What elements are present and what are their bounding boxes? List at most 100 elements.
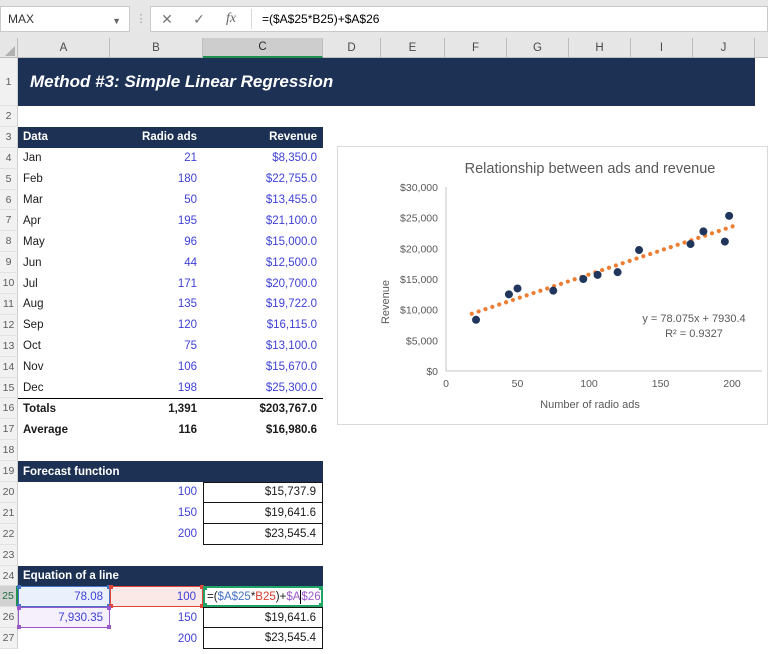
cell-revenue[interactable]: $21,100.0 bbox=[203, 210, 323, 231]
cell-month[interactable]: Oct bbox=[18, 336, 110, 357]
row-header-3[interactable]: 3 bbox=[0, 126, 18, 148]
row-header-13[interactable]: 13 bbox=[0, 335, 18, 357]
cell-month[interactable]: Jan bbox=[18, 148, 110, 169]
cell-revenue[interactable]: $16,115.0 bbox=[203, 315, 323, 336]
cell-ads[interactable]: 50 bbox=[110, 190, 203, 211]
forecast-ads[interactable]: 200 bbox=[110, 524, 203, 545]
totals-revenue[interactable]: $203,767.0 bbox=[203, 398, 323, 419]
cell-month[interactable]: Sep bbox=[18, 315, 110, 336]
row-header-20[interactable]: 20 bbox=[0, 482, 18, 503]
column-header-C[interactable]: C bbox=[203, 38, 323, 58]
cell-ads[interactable]: 21 bbox=[110, 148, 203, 169]
row-header-25[interactable]: 25 bbox=[0, 586, 18, 608]
column-header-G[interactable]: G bbox=[507, 38, 569, 58]
column-header-J[interactable]: J bbox=[693, 38, 755, 58]
cell-ads[interactable]: 195 bbox=[110, 210, 203, 231]
forecast-ads[interactable]: 150 bbox=[110, 503, 203, 524]
cancel-icon[interactable]: ✕ bbox=[151, 11, 183, 28]
cell-month[interactable]: May bbox=[18, 231, 110, 252]
row-header-9[interactable]: 9 bbox=[0, 252, 18, 274]
cell-month[interactable]: Mar bbox=[18, 190, 110, 211]
cell-month[interactable]: Apr bbox=[18, 210, 110, 231]
row-header-15[interactable]: 15 bbox=[0, 377, 18, 399]
formula-edit-cell[interactable]: =($A$25 * B25) + $A $26 bbox=[203, 586, 323, 608]
cell-ads[interactable]: 198 bbox=[110, 378, 203, 399]
cell-revenue[interactable]: $8,350.0 bbox=[203, 148, 323, 169]
formula-bar[interactable]: ✕ ✓ fx =($A$25*B25)+$A$26 bbox=[150, 6, 768, 32]
select-all-corner[interactable] bbox=[0, 38, 18, 58]
cell-ads[interactable]: 96 bbox=[110, 231, 203, 252]
slope-cell[interactable]: 78.08 bbox=[17, 585, 111, 609]
forecast-value[interactable]: $19,641.6 bbox=[203, 502, 323, 524]
cell-revenue[interactable]: $22,755.0 bbox=[203, 169, 323, 190]
row-header-18[interactable]: 18 bbox=[0, 440, 18, 462]
row-header-14[interactable]: 14 bbox=[0, 356, 18, 378]
row-header-1[interactable]: 1 bbox=[0, 58, 18, 106]
forecast-ads[interactable]: 100 bbox=[110, 482, 203, 503]
cell-month[interactable]: Aug bbox=[18, 294, 110, 315]
row-header-22[interactable]: 22 bbox=[0, 523, 18, 545]
cell-revenue[interactable]: $15,670.0 bbox=[203, 357, 323, 378]
row-header-17[interactable]: 17 bbox=[0, 419, 18, 441]
equation-ads[interactable]: 150 bbox=[110, 607, 203, 628]
row-header-4[interactable]: 4 bbox=[0, 147, 18, 169]
formula-input[interactable]: =($A$25*B25)+$A$26 bbox=[256, 12, 379, 26]
row-header-27[interactable]: 27 bbox=[0, 628, 18, 650]
row-header-21[interactable]: 21 bbox=[0, 502, 18, 524]
cell-revenue[interactable]: $20,700.0 bbox=[203, 273, 323, 294]
row-header-19[interactable]: 19 bbox=[0, 461, 18, 483]
row-header-10[interactable]: 10 bbox=[0, 273, 18, 295]
row-header-24[interactable]: 24 bbox=[0, 565, 18, 587]
cell-month[interactable]: Feb bbox=[18, 169, 110, 190]
cell-month[interactable]: Dec bbox=[18, 378, 110, 399]
row-header-7[interactable]: 7 bbox=[0, 210, 18, 232]
row-header-16[interactable]: 16 bbox=[0, 398, 18, 420]
cell-ads[interactable]: 44 bbox=[110, 252, 203, 273]
cell-month[interactable]: Jun bbox=[18, 252, 110, 273]
column-header-F[interactable]: F bbox=[445, 38, 507, 58]
column-header-H[interactable]: H bbox=[569, 38, 631, 58]
cell-revenue[interactable]: $12,500.0 bbox=[203, 252, 323, 273]
column-header-A[interactable]: A bbox=[18, 38, 110, 58]
cell-revenue[interactable]: $15,000.0 bbox=[203, 231, 323, 252]
intercept-cell[interactable]: 7,930.35 bbox=[17, 606, 111, 630]
cell-ads[interactable]: 171 bbox=[110, 273, 203, 294]
cell-revenue[interactable]: $13,100.0 bbox=[203, 336, 323, 357]
name-box[interactable]: MAX ▼ bbox=[0, 6, 130, 32]
column-header-E[interactable]: E bbox=[381, 38, 445, 58]
equation-ads[interactable]: 100 bbox=[109, 585, 204, 609]
enter-icon[interactable]: ✓ bbox=[183, 11, 215, 28]
cell-revenue[interactable]: $13,455.0 bbox=[203, 190, 323, 211]
column-header-I[interactable]: I bbox=[631, 38, 693, 58]
name-box-dropdown-icon[interactable]: ▼ bbox=[112, 16, 121, 26]
average-revenue[interactable]: $16,980.6 bbox=[203, 419, 323, 440]
equation-value[interactable]: $19,641.6 bbox=[203, 607, 323, 629]
row-header-26[interactable]: 26 bbox=[0, 607, 18, 629]
totals-ads[interactable]: 1,391 bbox=[110, 398, 203, 419]
cell-ads[interactable]: 180 bbox=[110, 169, 203, 190]
column-header-B[interactable]: B bbox=[110, 38, 203, 58]
forecast-value[interactable]: $23,545.4 bbox=[203, 523, 323, 545]
average-ads[interactable]: 116 bbox=[110, 419, 203, 440]
row-header-11[interactable]: 11 bbox=[0, 294, 18, 315]
cell-ads[interactable]: 75 bbox=[110, 336, 203, 357]
cell-ads[interactable]: 106 bbox=[110, 357, 203, 378]
insert-function-icon[interactable]: fx bbox=[215, 11, 247, 27]
column-header-D[interactable]: D bbox=[323, 38, 381, 58]
cell-month[interactable]: Nov bbox=[18, 357, 110, 378]
row-header-8[interactable]: 8 bbox=[0, 231, 18, 253]
row-header-12[interactable]: 12 bbox=[0, 314, 18, 336]
row-header-23[interactable]: 23 bbox=[0, 544, 18, 566]
cell-revenue[interactable]: $25,300.0 bbox=[203, 378, 323, 399]
forecast-value[interactable]: $15,737.9 bbox=[203, 482, 323, 503]
equation-ads[interactable]: 200 bbox=[110, 628, 203, 649]
row-header-6[interactable]: 6 bbox=[0, 189, 18, 211]
row-header-2[interactable]: 2 bbox=[0, 106, 18, 127]
cell-revenue[interactable]: $19,722.0 bbox=[203, 294, 323, 315]
equation-value[interactable]: $23,545.4 bbox=[203, 628, 323, 650]
row-header-5[interactable]: 5 bbox=[0, 168, 18, 190]
scatter-chart[interactable]: Relationship between ads and revenue $0 $5… bbox=[337, 146, 768, 425]
cell-ads[interactable]: 135 bbox=[110, 294, 203, 315]
cell-month[interactable]: Jul bbox=[18, 273, 110, 294]
cell-ads[interactable]: 120 bbox=[110, 315, 203, 336]
